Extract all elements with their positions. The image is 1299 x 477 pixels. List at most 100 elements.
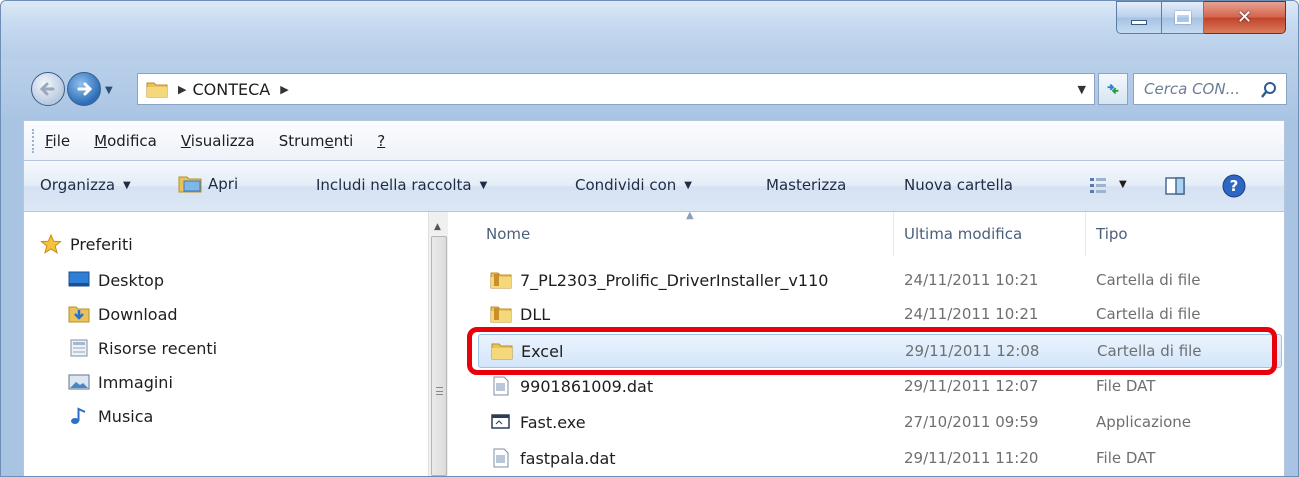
include-in-library-button[interactable]: Includi nella raccolta ▼ xyxy=(316,176,487,194)
address-dropdown[interactable]: ▼ xyxy=(1078,83,1086,96)
menu-bar: File Modifica Visualizza Strumenti ? xyxy=(23,120,1285,160)
file-type: File DAT xyxy=(1096,449,1156,467)
chevron-down-icon: ▼ xyxy=(479,179,488,191)
nav-item-label: Download xyxy=(98,304,178,324)
forward-arrow-icon xyxy=(77,82,93,96)
menu-grip xyxy=(32,128,35,153)
nav-item-label: Musica xyxy=(98,406,154,426)
nav-item-label: Risorse recenti xyxy=(98,338,218,358)
file-row[interactable]: 9901861009.dat 29/11/2011 12:07 File DAT xyxy=(478,370,1282,404)
column-header-label: Nome xyxy=(486,225,531,243)
menu-modifica[interactable]: Modifica xyxy=(94,132,157,150)
search-placeholder: Cerca CON... xyxy=(1144,80,1240,98)
sort-ascending-icon: ▲ xyxy=(686,210,694,221)
view-options-chevron-icon[interactable]: ▼ xyxy=(1119,179,1127,190)
scroll-up-arrow-icon[interactable]: ▲ xyxy=(434,222,441,232)
forward-button[interactable] xyxy=(67,72,101,106)
help-icon[interactable]: ? xyxy=(1222,174,1246,198)
refresh-icon xyxy=(1107,83,1119,95)
folder-icon xyxy=(490,272,512,289)
address-bar[interactable]: ▶ CONTECA ▶ ▼ xyxy=(137,73,1095,105)
maximize-icon xyxy=(1174,11,1191,24)
file-row[interactable]: Fast.exe 27/10/2011 09:59 Applicazione xyxy=(478,406,1282,440)
file-type: Cartella di file xyxy=(1096,305,1201,323)
file-row-selected[interactable]: Excel 29/11/2011 12:08 Cartella di file xyxy=(478,334,1282,368)
column-header-label: Tipo xyxy=(1096,225,1128,243)
new-folder-button[interactable]: Nuova cartella xyxy=(904,176,1013,194)
menu-file[interactable]: File xyxy=(45,132,70,150)
file-name: DLL xyxy=(520,304,551,324)
file-type: File DAT xyxy=(1096,377,1156,395)
chevron-down-icon: ▼ xyxy=(123,179,131,191)
navigation-scrollbar[interactable]: ▲ xyxy=(428,212,448,476)
refresh-button[interactable] xyxy=(1098,73,1128,105)
chevron-down-icon: ▼ xyxy=(684,179,692,191)
column-header-type[interactable]: Tipo xyxy=(1086,212,1284,256)
svg-text:?: ? xyxy=(1230,177,1239,195)
navigation-pane: Preferiti Desktop Download Risorse recen… xyxy=(24,212,428,476)
title-bar[interactable]: ✕ xyxy=(1,1,1298,59)
column-header-date[interactable]: Ultima modifica xyxy=(894,212,1086,256)
column-header-name[interactable]: Nome ▲ xyxy=(476,210,894,256)
include-label: Includi nella raccolta xyxy=(316,176,472,194)
recent-pages-dropdown[interactable]: ▼ xyxy=(105,85,113,96)
file-row[interactable]: fastpala.dat 29/11/2011 11:20 File DAT xyxy=(478,442,1282,476)
share-label: Condividi con xyxy=(575,176,677,194)
desktop-icon xyxy=(68,271,90,287)
nav-item-recent-places[interactable]: Risorse recenti xyxy=(68,334,217,362)
column-header-label: Ultima modifica xyxy=(904,225,1023,243)
exe-file-icon xyxy=(491,414,510,429)
dat-file-icon xyxy=(493,448,509,468)
file-list: Nome ▲ Ultima modifica Tipo 7_PL2303_Pro… xyxy=(450,210,1284,476)
pictures-icon xyxy=(68,374,90,390)
file-date: 27/10/2011 09:59 xyxy=(904,413,1039,431)
menu-strumenti[interactable]: Strumenti xyxy=(279,132,354,150)
close-button[interactable]: ✕ xyxy=(1204,1,1286,34)
new-folder-label: Nuova cartella xyxy=(904,176,1013,194)
open-folder-icon xyxy=(178,176,202,193)
folder-icon xyxy=(146,82,168,98)
back-arrow-icon xyxy=(39,82,55,96)
nav-item-download[interactable]: Download xyxy=(68,300,178,328)
file-date: 29/11/2011 11:20 xyxy=(904,449,1039,467)
favorites-label: Preferiti xyxy=(70,234,133,254)
file-name: Excel xyxy=(521,341,564,361)
music-icon xyxy=(71,407,86,424)
favorites-header[interactable]: Preferiti xyxy=(40,230,133,258)
nav-item-desktop[interactable]: Desktop xyxy=(68,266,164,294)
minimize-button[interactable] xyxy=(1116,1,1162,34)
content-area: Preferiti Desktop Download Risorse recen… xyxy=(23,210,1285,476)
file-name: 9901861009.dat xyxy=(520,376,654,396)
caption-buttons: ✕ xyxy=(1116,1,1286,41)
change-view-icon[interactable] xyxy=(1088,175,1108,195)
maximize-button[interactable] xyxy=(1162,1,1204,34)
nav-item-pictures[interactable]: Immagini xyxy=(68,368,173,396)
search-box[interactable]: Cerca CON... xyxy=(1133,73,1287,105)
file-date: 29/11/2011 12:08 xyxy=(905,342,1040,360)
file-row[interactable]: 7_PL2303_Prolific_DriverInstaller_v110 2… xyxy=(478,264,1282,298)
nav-item-label: Desktop xyxy=(98,270,164,290)
dat-file-icon xyxy=(493,376,509,396)
breadcrumb-item[interactable]: CONTECA xyxy=(192,80,270,99)
preview-pane-icon[interactable] xyxy=(1164,175,1186,197)
file-row[interactable]: DLL 24/11/2011 10:21 Cartella di file xyxy=(478,298,1282,332)
file-type: Applicazione xyxy=(1096,413,1192,431)
search-icon[interactable] xyxy=(1260,81,1278,99)
breadcrumb-separator[interactable]: ▶ xyxy=(178,83,186,96)
open-button[interactable]: Apri xyxy=(178,174,238,194)
menu-help[interactable]: ? xyxy=(377,132,385,150)
scrollbar-grip-icon xyxy=(436,387,443,395)
menu-visualizza[interactable]: Visualizza xyxy=(181,132,255,150)
minimize-icon xyxy=(1131,20,1147,25)
download-folder-icon xyxy=(68,306,90,323)
burn-button[interactable]: Masterizza xyxy=(766,176,846,194)
folder-icon xyxy=(491,343,513,360)
share-with-button[interactable]: Condividi con ▼ xyxy=(575,176,692,194)
breadcrumb-separator[interactable]: ▶ xyxy=(280,83,288,96)
nav-item-music[interactable]: Musica xyxy=(68,402,153,430)
organize-button[interactable]: Organizza ▼ xyxy=(40,176,131,194)
back-button[interactable] xyxy=(31,72,65,106)
file-type: Cartella di file xyxy=(1097,342,1202,360)
explorer-window: ✕ ▼ ▶ CONTECA ▶ ▼ Cerca CON... File Modi… xyxy=(0,0,1299,477)
scrollbar-thumb[interactable] xyxy=(431,236,447,476)
